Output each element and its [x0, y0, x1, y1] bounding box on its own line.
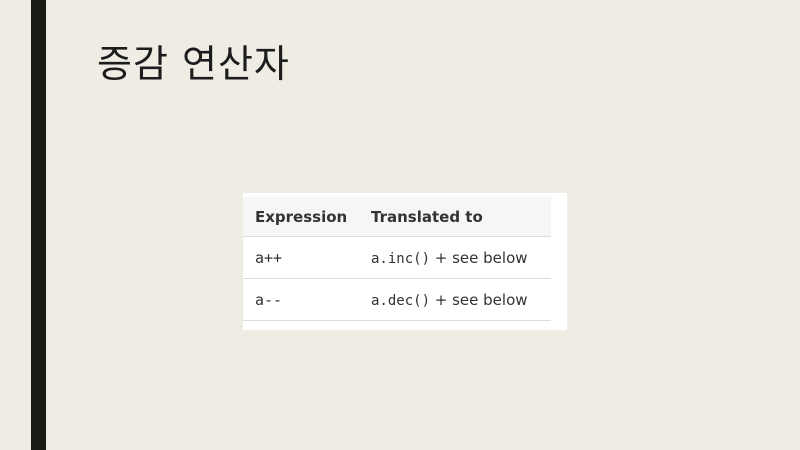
slide-title: 증감 연산자 — [97, 42, 290, 86]
left-accent-bar — [31, 0, 46, 450]
translation-cell: a.inc() + see below — [371, 236, 551, 279]
expression-cell: a-- — [243, 278, 371, 321]
translation-code: a.dec() — [371, 292, 431, 309]
translation-code: a.inc() — [371, 250, 431, 267]
operator-table: Expression Translated to a++ a.inc() + s… — [243, 197, 551, 321]
translation-note: + see below — [430, 290, 528, 309]
translation-note: + see below — [430, 248, 528, 267]
table-header-row: Expression Translated to — [243, 197, 551, 237]
header-expression: Expression — [243, 197, 371, 237]
expression-cell: a++ — [243, 236, 371, 279]
table-row: a++ a.inc() + see below — [243, 236, 551, 279]
table-row: a-- a.dec() + see below — [243, 278, 551, 321]
operator-table-image: Expression Translated to a++ a.inc() + s… — [243, 193, 567, 330]
translation-cell: a.dec() + see below — [371, 278, 551, 321]
header-translated-to: Translated to — [371, 197, 551, 237]
